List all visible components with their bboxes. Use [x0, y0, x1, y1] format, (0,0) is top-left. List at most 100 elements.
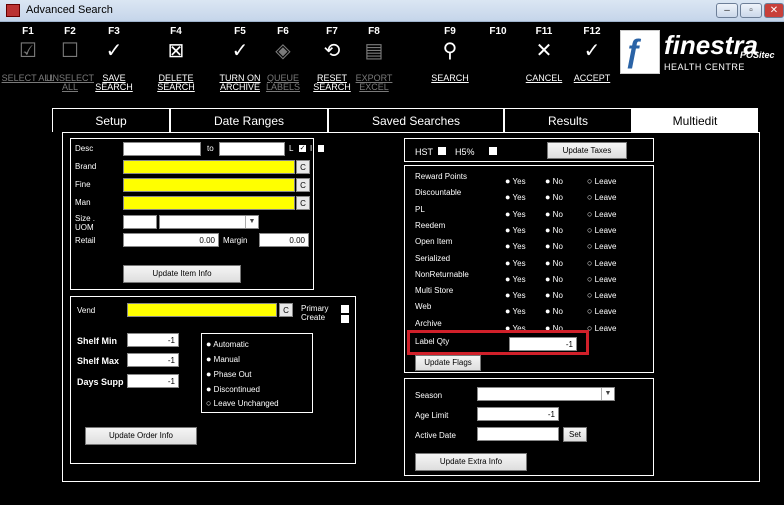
status-discontinued-radio[interactable]: ● Discontinued [206, 384, 260, 394]
set-date-button[interactable]: Set [563, 427, 587, 442]
l-checkbox[interactable]: ✓ [299, 145, 306, 152]
i-checkbox[interactable] [318, 145, 324, 152]
tab-date-ranges[interactable]: Date Ranges [170, 108, 328, 132]
flag-multi-store-leave-radio[interactable]: ○ Leave [587, 290, 616, 300]
x-box-icon[interactable]: ⊠ [148, 40, 204, 62]
h5-checkbox[interactable] [489, 147, 497, 155]
flag-multi-store-no-radio[interactable]: ● No [545, 290, 563, 300]
h5-label: H5% [455, 147, 475, 157]
active-date-label: Active Date [415, 431, 456, 440]
flag-reward-points-no-radio[interactable]: ● No [545, 176, 563, 186]
season-label: Season [415, 391, 443, 400]
flag-discountable-leave-radio[interactable]: ○ Leave [587, 192, 616, 202]
delete-search-button[interactable]: DELETE SEARCH [146, 74, 206, 92]
export-excel-button[interactable]: EXPORT EXCEL [344, 74, 404, 92]
status-automatic-radio[interactable]: ● Automatic [206, 339, 249, 349]
radio-dot-icon: ● [545, 224, 551, 235]
fine-field[interactable] [123, 178, 295, 192]
flag-multi-store-yes-radio[interactable]: ● Yes [505, 290, 526, 300]
shelf-min-field[interactable]: -1 [127, 333, 179, 347]
accept-button[interactable]: ACCEPT [562, 74, 622, 83]
status-manual-radio[interactable]: ● Manual [206, 354, 240, 364]
tag-icon[interactable]: ◈ [255, 40, 311, 62]
radio-label: No [552, 242, 563, 252]
man-clear-button[interactable]: C [296, 196, 310, 210]
flag-pl-no-radio[interactable]: ● No [545, 209, 563, 219]
checkmark-icon[interactable]: ✓ [86, 40, 142, 62]
update-item-info-button[interactable]: Update Item Info [123, 265, 241, 283]
age-limit-field[interactable]: -1 [477, 407, 559, 421]
brand-subtitle: HEALTH CENTRE [664, 62, 745, 72]
size-field[interactable] [123, 215, 157, 229]
shelf-max-field[interactable]: -1 [127, 353, 179, 367]
retail-field[interactable]: 0.00 [123, 233, 219, 247]
flag-serialized-leave-radio[interactable]: ○ Leave [587, 258, 616, 268]
tab-results[interactable]: Results [504, 108, 632, 132]
update-taxes-button[interactable]: Update Taxes [547, 142, 627, 159]
flag-open-item-no-radio[interactable]: ● No [545, 241, 563, 251]
tab-setup[interactable]: Setup [52, 108, 170, 132]
flag-pl-leave-radio[interactable]: ○ Leave [587, 209, 616, 219]
margin-field[interactable]: 0.00 [259, 233, 309, 247]
brand-label: Brand [75, 162, 97, 171]
radio-label: Yes [512, 307, 526, 317]
to-label: to [207, 144, 214, 153]
update-extra-info-button[interactable]: Update Extra Info [415, 453, 527, 471]
flag-discountable-yes-radio[interactable]: ● Yes [505, 192, 526, 202]
save-search-button[interactable]: SAVE SEARCH [84, 74, 144, 92]
flag-reedem-leave-radio[interactable]: ○ Leave [587, 225, 616, 235]
vend-field[interactable] [127, 303, 277, 317]
primary-checkbox[interactable] [341, 305, 349, 313]
active-date-field[interactable] [477, 427, 559, 441]
flag-reward-points-leave-radio[interactable]: ○ Leave [587, 176, 616, 186]
flag-web-no-radio[interactable]: ● No [545, 306, 563, 316]
flag-web-yes-radio[interactable]: ● Yes [505, 306, 526, 316]
fine-clear-button[interactable]: C [296, 178, 310, 192]
uom-dropdown[interactable]: ▼ [159, 215, 259, 229]
season-dropdown[interactable]: ▼ [477, 387, 615, 401]
flag-nonreturnable-yes-radio[interactable]: ● Yes [505, 274, 526, 284]
search-button[interactable]: SEARCH [420, 74, 480, 83]
flag-pl-yes-radio[interactable]: ● Yes [505, 209, 526, 219]
radio-dot-icon: ○ [587, 176, 593, 186]
days-supp-label: Days Supp [77, 377, 124, 387]
create-checkbox[interactable] [341, 315, 349, 323]
man-field[interactable] [123, 196, 295, 210]
minimize-button[interactable]: – [716, 3, 738, 18]
update-order-info-button[interactable]: Update Order Info [85, 427, 197, 445]
tab-multiedit[interactable]: Multiedit [632, 108, 758, 132]
flag-reedem-yes-radio[interactable]: ● Yes [505, 225, 526, 235]
checkmark-icon[interactable]: ✓ [564, 40, 620, 62]
days-supp-field[interactable]: -1 [127, 374, 179, 388]
brand-field[interactable] [123, 160, 295, 174]
flag-open-item-yes-radio[interactable]: ● Yes [505, 241, 526, 251]
radio-dot-icon: ○ [587, 192, 593, 203]
radio-dot-icon: ● [545, 273, 551, 284]
flag-nonreturnable-leave-radio[interactable]: ○ Leave [587, 274, 616, 284]
hst-checkbox[interactable] [438, 147, 446, 155]
radio-dot-icon: ● [505, 257, 511, 268]
flag-reedem-no-radio[interactable]: ● No [545, 225, 563, 235]
status-leave-unchanged-radio[interactable]: ○ Leave Unchanged [206, 398, 279, 408]
update-flags-button[interactable]: Update Flags [415, 355, 481, 371]
flag-nonreturnable-no-radio[interactable]: ● No [545, 274, 563, 284]
desc-to-field[interactable] [219, 142, 285, 156]
status-phase-out-radio[interactable]: ● Phase Out [206, 369, 251, 379]
document-icon[interactable]: ▤ [346, 40, 402, 62]
flag-discountable-no-radio[interactable]: ● No [545, 192, 563, 202]
close-window-button[interactable]: ✕ [764, 3, 784, 18]
flag-reward-points-yes-radio[interactable]: ● Yes [505, 176, 526, 186]
flag-serialized-no-radio[interactable]: ● No [545, 258, 563, 268]
tab-saved-searches[interactable]: Saved Searches [328, 108, 504, 132]
flag-web-leave-radio[interactable]: ○ Leave [587, 306, 616, 316]
flag-archive-leave-radio[interactable]: ○ Leave [587, 323, 616, 333]
search-icon[interactable]: ⚲ [422, 40, 478, 62]
vend-clear-button[interactable]: C [279, 303, 293, 317]
flag-open-item-leave-radio[interactable]: ○ Leave [587, 241, 616, 251]
desc-from-field[interactable] [123, 142, 201, 156]
flag-archive-label: Archive [415, 318, 442, 328]
restore-button[interactable]: ▫ [740, 3, 762, 18]
brand-clear-button[interactable]: C [296, 160, 310, 174]
flag-serialized-yes-radio[interactable]: ● Yes [505, 258, 526, 268]
fkey-f4: F4 [170, 26, 182, 37]
